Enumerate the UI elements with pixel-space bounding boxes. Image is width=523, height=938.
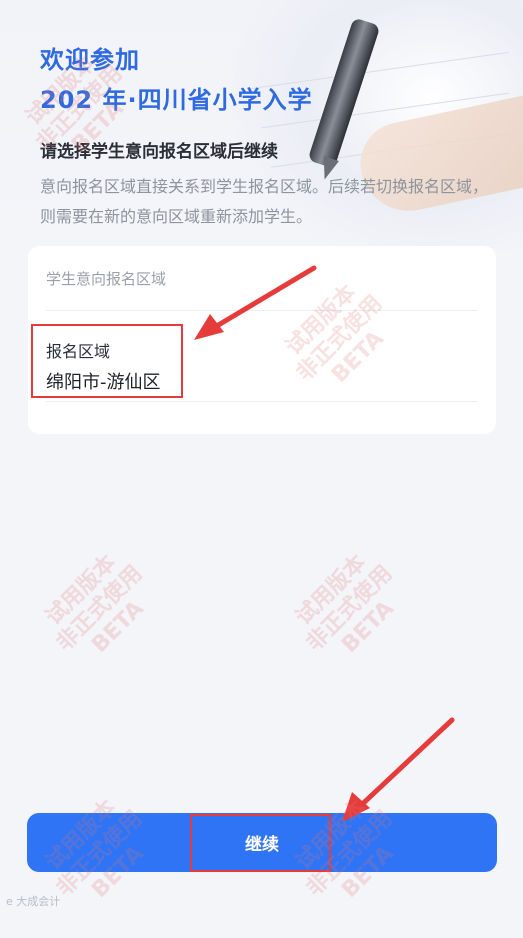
watermark-line: 非正式使用 <box>51 560 148 657</box>
page-description: 意向报名区域直接关系到学生报名区域。后续若切换报名区域，则需要在新的意向区域重新… <box>40 177 489 226</box>
page-title-line2: 202 年·四川省小学入学 <box>40 86 313 114</box>
annotation-arrow-button-icon <box>342 717 455 822</box>
watermark-line: 试用版本 <box>291 550 372 631</box>
watermark: 试用版本 非正式使用 BETA <box>266 525 434 693</box>
page-title-line1: 欢迎参加 <box>40 46 140 74</box>
watermark-line: BETA <box>337 596 399 658</box>
divider <box>46 401 478 402</box>
button-highlight-box <box>190 814 331 872</box>
page-subtitle: 请选择学生意向报名区域后继续 <box>40 142 278 162</box>
watermark-line: 非正式使用 <box>301 560 398 657</box>
footer-status-mark: e 大成会计 <box>6 895 61 908</box>
watermark-line: BETA <box>87 596 149 658</box>
watermark: 试用版本 非正式使用 BETA <box>16 525 184 693</box>
region-highlight-box <box>31 324 183 398</box>
section-label: 学生意向报名区域 <box>46 270 167 288</box>
annotation-arrow-region-icon <box>194 265 317 340</box>
watermark-line: 试用版本 <box>41 550 122 631</box>
